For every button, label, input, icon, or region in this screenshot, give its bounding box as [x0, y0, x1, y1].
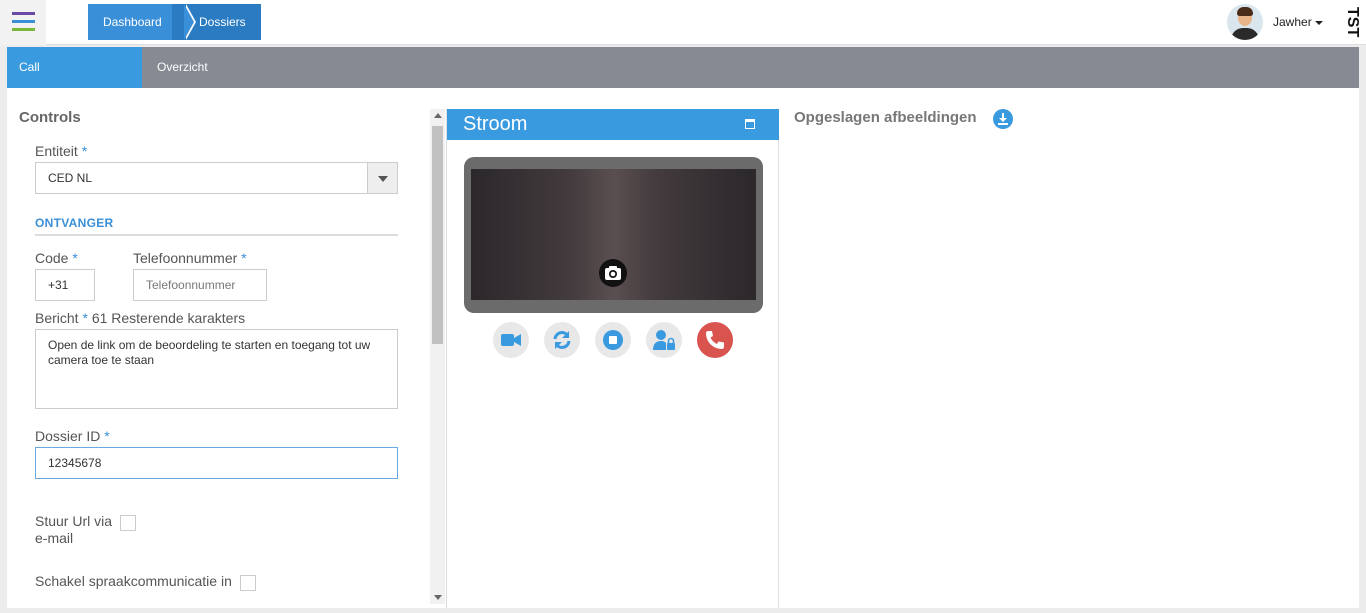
top-bar: Dashboard Dossiers Jawher TST — [0, 0, 1366, 45]
controls-scrollbar[interactable] — [430, 109, 445, 604]
voice-label: Schakel spraakcommunicatie in — [35, 573, 232, 589]
entity-select[interactable]: CED NL — [35, 162, 398, 194]
message-textarea[interactable]: Open de link om de beoordeling te starte… — [35, 329, 398, 409]
code-input[interactable]: +31 — [35, 269, 95, 301]
code-label: Code * — [35, 250, 78, 266]
scroll-thumb[interactable] — [432, 126, 443, 344]
saved-images-title: Opgeslagen afbeeldingen — [794, 109, 977, 126]
user-name: Jawher — [1273, 15, 1312, 29]
email-checkbox[interactable] — [120, 515, 136, 531]
breadcrumb-dashboard[interactable]: Dashboard — [88, 4, 196, 40]
chevron-down-icon[interactable] — [367, 163, 397, 193]
menu-icon[interactable] — [0, 0, 46, 45]
entity-label: Entiteit * — [35, 143, 88, 159]
stream-panel: Stroom — [446, 109, 779, 608]
maximize-icon[interactable] — [745, 119, 755, 129]
main-panel: Controls Entiteit * CED NL ONTVANGER Cod… — [7, 88, 1359, 608]
voice-checkbox[interactable] — [240, 575, 256, 591]
controls-panel: Controls Entiteit * CED NL ONTVANGER Cod… — [7, 88, 449, 608]
user-lock-button[interactable] — [646, 322, 682, 358]
avatar[interactable] — [1227, 4, 1263, 40]
entity-select-value: CED NL — [48, 171, 93, 185]
user-menu[interactable]: Jawher — [1273, 15, 1323, 29]
message-label: Bericht * 61 Resterende karakters — [35, 310, 246, 326]
phone-label: Telefoonnummer * — [133, 250, 247, 266]
video-frame — [464, 157, 763, 313]
phone-input[interactable]: Telefoonnummer — [133, 269, 267, 301]
scroll-up-icon[interactable] — [434, 113, 442, 118]
receiver-heading: ONTVANGER — [35, 216, 398, 236]
email-label: Stuur Url via e-mail — [35, 513, 113, 546]
refresh-button[interactable] — [544, 322, 580, 358]
stream-title: Stroom — [463, 113, 528, 135]
stop-button[interactable] — [595, 322, 631, 358]
caret-down-icon — [1314, 20, 1323, 25]
tab-overzicht[interactable]: Overzicht — [157, 47, 208, 88]
camera-snapshot-icon[interactable] — [599, 259, 627, 287]
tab-call[interactable]: Call — [7, 47, 142, 88]
controls-title: Controls — [19, 109, 81, 126]
environment-badge: TST — [1344, 7, 1361, 38]
stream-header: Stroom — [447, 109, 779, 140]
scroll-down-icon[interactable] — [434, 595, 442, 600]
dossier-input[interactable]: 12345678 — [35, 447, 398, 479]
tab-bar: Call Overzicht — [7, 47, 1359, 88]
download-icon[interactable] — [993, 109, 1013, 129]
video-button[interactable] — [493, 322, 529, 358]
dossier-label: Dossier ID * — [35, 428, 110, 444]
hangup-button[interactable] — [697, 322, 733, 358]
